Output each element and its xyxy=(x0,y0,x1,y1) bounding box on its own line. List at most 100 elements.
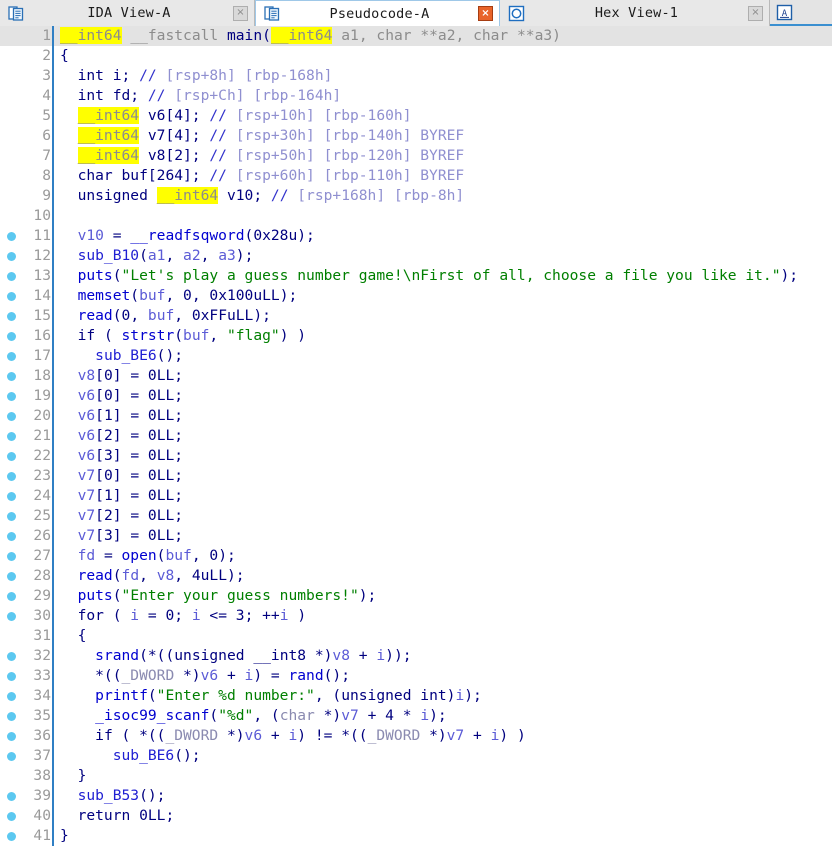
breakpoint-dot-icon[interactable] xyxy=(7,292,16,301)
code-token: ] = xyxy=(112,407,148,424)
breakpoint-dot-icon[interactable] xyxy=(7,232,16,241)
code-line[interactable]: 9 unsigned __int64 v10; // [rsp+168h] [r… xyxy=(0,186,832,206)
code-line[interactable]: 7 __int64 v8[2]; // [rsp+50h] [rbp-120h]… xyxy=(0,146,832,166)
code-line[interactable]: 6 __int64 v7[4]; // [rsp+30h] [rbp-140h]… xyxy=(0,126,832,146)
code-line[interactable]: 41} xyxy=(0,826,832,846)
code-token: + xyxy=(464,727,491,744)
code-line[interactable]: 5 __int64 v6[4]; // [rsp+10h] [rbp-160h] xyxy=(0,106,832,126)
code-token: + xyxy=(350,647,377,664)
breakpoint-dot-icon[interactable] xyxy=(7,832,16,841)
tab-close-icon[interactable]: × xyxy=(748,5,763,21)
code-text: __int64 v6[4]; // [rsp+10h] [rbp-160h] xyxy=(54,106,832,126)
breakpoint-dot-icon[interactable] xyxy=(7,272,16,281)
code-line[interactable]: 20 v6[1] = 0LL; xyxy=(0,406,832,426)
pseudocode-code-area[interactable]: 1 __int64 __fastcall main(__int64 a1, cha… xyxy=(0,26,832,863)
code-line[interactable]: 23 v7[0] = 0LL; xyxy=(0,466,832,486)
code-token: // xyxy=(139,67,157,84)
breakpoint-dot-icon[interactable] xyxy=(7,352,16,361)
code-token: for xyxy=(77,607,104,624)
code-line[interactable]: 35 _isoc99_scanf("%d", (char *)v7 + 4 * … xyxy=(0,706,832,726)
breakpoint-dot-icon[interactable] xyxy=(7,792,16,801)
code-token: = xyxy=(95,547,122,564)
breakpoint-dot-icon[interactable] xyxy=(7,252,16,261)
code-token: v6 xyxy=(77,407,96,424)
code-line[interactable]: 1 __int64 __fastcall main(__int64 a1, cha… xyxy=(0,26,832,46)
code-line[interactable]: 10 xyxy=(0,206,832,226)
breakpoint-dot-icon[interactable] xyxy=(7,492,16,501)
breakpoint-dot-icon[interactable] xyxy=(7,732,16,741)
code-line[interactable]: 11 v10 = __readfsqword(0x28u); xyxy=(0,226,832,246)
breakpoint-dot-icon[interactable] xyxy=(7,612,16,621)
tab-close-icon[interactable]: × xyxy=(478,6,493,21)
code-line[interactable]: 31 { xyxy=(0,626,832,646)
code-line[interactable]: 3 int i; // [rsp+8h] [rbp-168h] xyxy=(0,66,832,86)
code-token: _DWORD xyxy=(367,727,421,744)
breakpoint-dot-icon[interactable] xyxy=(7,672,16,681)
code-line[interactable]: 36 if ( *((_DWORD *)v6 + i) != *((_DWORD… xyxy=(0,726,832,746)
code-token: ); xyxy=(780,267,799,284)
code-line[interactable]: 15 read(0, buf, 0xFFuLL); xyxy=(0,306,832,326)
breakpoint-dot-icon[interactable] xyxy=(7,692,16,701)
tab-hex-view-1[interactable]: Hex View-1 × xyxy=(500,0,770,26)
breakpoint-dot-icon[interactable] xyxy=(7,512,16,521)
breakpoint-dot-icon[interactable] xyxy=(7,432,16,441)
code-line[interactable]: 32 srand(*((unsigned __int8 *)v8 + i)); xyxy=(0,646,832,666)
breakpoint-dot-icon[interactable] xyxy=(7,572,16,581)
breakpoint-dot-icon[interactable] xyxy=(7,592,16,601)
breakpoint-dot-icon[interactable] xyxy=(7,552,16,561)
code-line[interactable]: 24 v7[1] = 0LL; xyxy=(0,486,832,506)
tab-close-icon[interactable]: × xyxy=(233,5,248,21)
code-line[interactable]: 26 v7[3] = 0LL; xyxy=(0,526,832,546)
code-line[interactable]: 27 fd = open(buf, 0); xyxy=(0,546,832,566)
code-token: ) != *(( xyxy=(297,727,368,744)
tab-bar-extra-button[interactable]: A xyxy=(770,0,799,24)
code-text: if ( strstr(buf, "flag") ) xyxy=(54,326,832,346)
code-line[interactable]: 3 0 for ( i = 0; i <= 3; ++i ) xyxy=(0,606,832,626)
code-line[interactable]: 38 } xyxy=(0,766,832,786)
breakpoint-dot-icon[interactable] xyxy=(7,712,16,721)
code-line[interactable]: 2{ xyxy=(0,46,832,66)
code-token: ] = xyxy=(112,447,148,464)
code-line[interactable]: 39 sub_B53(); xyxy=(0,786,832,806)
code-line[interactable]: 29 puts("Enter your guess numbers!"); xyxy=(0,586,832,606)
breakpoint-dot-icon[interactable] xyxy=(7,812,16,821)
code-line[interactable]: 34 printf("Enter %d number:", (unsigned … xyxy=(0,686,832,706)
code-line[interactable]: 12 sub_B10(a1, a2, a3); xyxy=(0,246,832,266)
breakpoint-dot-icon[interactable] xyxy=(7,372,16,381)
code-line[interactable]: 22 v6[3] = 0LL; xyxy=(0,446,832,466)
code-line[interactable]: 25 v7[2] = 0LL; xyxy=(0,506,832,526)
code-text: sub_B53(); xyxy=(54,786,832,806)
code-line[interactable]: 8 char buf[264]; // [rsp+60h] [rbp-110h]… xyxy=(0,166,832,186)
breakpoint-dot-icon[interactable] xyxy=(7,392,16,401)
code-line[interactable]: 37 sub_BE6(); xyxy=(0,746,832,766)
tab-pseudocode-a[interactable]: Pseudocode-A × xyxy=(255,0,500,26)
breakpoint-dot-icon[interactable] xyxy=(7,652,16,661)
code-token: ; xyxy=(174,467,184,484)
code-token: ) ) xyxy=(499,727,526,744)
code-line[interactable]: 28 read(fd, v8, 4uLL); xyxy=(0,566,832,586)
code-line[interactable]: 19 v6[0] = 0LL; xyxy=(0,386,832,406)
code-line[interactable]: 40 return 0LL; xyxy=(0,806,832,826)
code-line[interactable]: 33 *((_DWORD *)v6 + i) = rand(); xyxy=(0,666,832,686)
code-token: rand xyxy=(288,667,324,684)
code-line[interactable]: 13 puts("Let's play a guess number game!… xyxy=(0,266,832,286)
code-token: v6 xyxy=(77,427,96,444)
breakpoint-dot-icon[interactable] xyxy=(7,332,16,341)
code-token: ); xyxy=(464,687,482,704)
code-line[interactable]: 4 int fd; // [rsp+Ch] [rbp-164h] xyxy=(0,86,832,106)
tab-ida-view-a[interactable]: IDA View-A × xyxy=(0,0,255,26)
code-line[interactable]: 16 if ( strstr(buf, "flag") ) xyxy=(0,326,832,346)
code-line[interactable]: 21 v6[2] = 0LL; xyxy=(0,426,832,446)
code-line[interactable]: 18 v8[0] = 0LL; xyxy=(0,366,832,386)
breakpoint-dot-icon[interactable] xyxy=(7,532,16,541)
line-number: 3 xyxy=(42,67,51,84)
breakpoint-dot-icon[interactable] xyxy=(7,412,16,421)
code-line[interactable]: 17 sub_BE6(); xyxy=(0,346,832,366)
breakpoint-dot-icon[interactable] xyxy=(7,752,16,761)
breakpoint-dot-icon[interactable] xyxy=(7,472,16,481)
breakpoint-dot-icon[interactable] xyxy=(7,452,16,461)
code-line[interactable]: 14 memset(buf, 0, 0x100uLL); xyxy=(0,286,832,306)
breakpoint-dot-icon[interactable] xyxy=(7,312,16,321)
